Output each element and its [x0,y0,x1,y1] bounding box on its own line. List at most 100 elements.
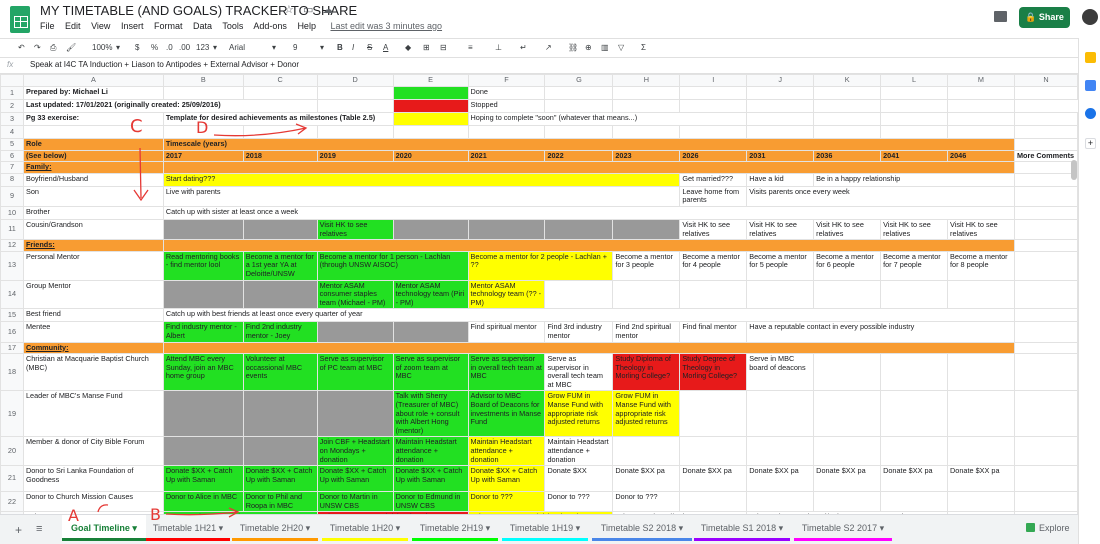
font-select[interactable]: Arial [229,43,245,52]
cell[interactable]: Prepared by: Michael Li [22,86,164,100]
cell[interactable] [544,86,614,100]
cell[interactable]: Donor to Martin in UNSW CBS [316,491,394,513]
cell[interactable] [162,390,244,438]
cell[interactable] [392,86,469,100]
row-number[interactable]: 2 [0,99,24,113]
decrease-decimal-button[interactable]: .0 [166,43,173,52]
cell[interactable] [947,390,1015,438]
cell[interactable] [467,125,546,139]
cell[interactable] [392,112,469,126]
formula-input[interactable]: Speak at I4C TA Induction + Liason to An… [30,60,299,69]
cell[interactable]: Donor to ??? [467,491,546,513]
menu-format[interactable]: Format [154,21,183,31]
row-number[interactable]: 7 [0,161,24,174]
cell[interactable]: Group Mentor [22,279,164,310]
cell[interactable]: Have a kid [746,172,815,187]
cell[interactable] [316,86,394,100]
cell[interactable]: Find spiritual mentor [467,321,546,343]
cell[interactable] [679,99,748,113]
cell[interactable] [880,125,949,139]
functions-icon[interactable]: Σ [641,43,646,52]
cell[interactable] [746,279,815,310]
cell[interactable]: Find final mentor [679,321,748,343]
cell[interactable]: Christian at Macquarie Baptist Church (M… [22,353,164,392]
cell[interactable] [1013,341,1078,355]
cell[interactable] [1013,279,1078,310]
cell[interactable]: Start dating??? [162,172,681,187]
cell[interactable] [947,279,1015,310]
cell[interactable]: Become a mentor for a 1st year YA at Del… [242,250,318,281]
comment-history-icon[interactable] [994,11,1007,22]
cell[interactable] [612,436,681,467]
cell[interactable] [813,112,882,126]
cell[interactable]: Donor to Phil and Roopa in MBC [242,491,318,513]
row-number[interactable]: 14 [0,279,24,310]
column-header[interactable]: M [947,74,1015,87]
cell[interactable]: 2022 [544,149,614,163]
cell[interactable]: Study Degree of Theology in Morling Coll… [679,353,748,392]
cell[interactable]: Talk with Sherry (Treasurer of MBC) abou… [392,390,469,438]
cell[interactable]: Become a mentor for 1 person - Lachlan (… [316,250,469,281]
cell[interactable] [1013,172,1078,187]
cell[interactable] [947,353,1015,392]
cell[interactable]: Donate $XX pa [880,465,949,493]
cell[interactable] [242,125,318,139]
cell[interactable] [947,491,1015,513]
cell[interactable]: 2021 [467,149,546,163]
cell[interactable]: Donate $XX pa [612,465,681,493]
cell[interactable]: Maintain Headstart attendance + donation [392,436,469,467]
text-rotation-icon[interactable]: ↗ [545,43,552,52]
merge-cells-icon[interactable]: ⊟ [440,43,447,52]
cell[interactable] [679,436,748,467]
cell[interactable] [746,86,815,100]
cell[interactable] [679,491,748,513]
menu-addons[interactable]: Add-ons [253,21,287,31]
cell[interactable] [746,125,815,139]
cell[interactable] [679,390,748,438]
cell[interactable]: Become a mentor for 5 people [746,250,815,281]
cell[interactable] [467,218,546,241]
cell[interactable]: Mentee [22,321,164,343]
tab-timetable-2h19[interactable]: Timetable 2H19 ▾ [412,515,498,541]
cell[interactable] [746,436,815,467]
cell[interactable] [746,112,815,126]
cell[interactable] [242,218,318,241]
cell[interactable]: Volunteer at occassional MBC events [242,353,318,392]
cell[interactable] [1013,161,1078,174]
cell[interactable]: Donate $XX pa [679,465,748,493]
row-number[interactable]: 19 [0,390,24,438]
cell[interactable]: Cousin/Grandson [22,218,164,241]
cell[interactable]: Serve as supervisor in overall tech team… [544,353,614,392]
cell[interactable] [813,125,882,139]
cell[interactable]: Find 3rd industry mentor [544,321,614,343]
cell[interactable] [1013,205,1078,220]
cell[interactable] [1013,239,1078,252]
column-header[interactable]: D [316,74,394,87]
share-button[interactable]: 🔒 Share [1019,7,1070,28]
cell[interactable]: Visit HK to see relatives [880,218,949,241]
cell[interactable] [544,279,614,310]
redo-icon[interactable]: ↷ [34,43,41,52]
cell[interactable] [316,99,394,113]
currency-format-button[interactable]: $ [135,43,139,52]
cell[interactable]: Role [22,138,164,151]
filter-icon[interactable]: ▽ [618,43,624,52]
row-number[interactable]: 12 [0,239,24,252]
undo-icon[interactable]: ↶ [18,43,25,52]
cell[interactable]: Visit HK to see relatives [813,218,882,241]
row-number[interactable]: 3 [0,112,24,126]
tab-timetable-s1-2018[interactable]: Timetable S1 2018 ▾ [694,515,790,541]
column-header[interactable]: B [162,74,244,87]
cell[interactable] [880,353,949,392]
insert-link-icon[interactable]: ⛓ [568,43,578,52]
keep-icon[interactable] [1085,52,1096,63]
column-header[interactable]: H [612,74,681,87]
bold-button[interactable]: B [337,43,343,52]
cell[interactable] [162,279,244,310]
cell[interactable] [544,125,614,139]
print-icon[interactable]: ⎙ [50,43,56,53]
column-header[interactable]: G [544,74,614,87]
cell[interactable] [242,279,318,310]
cell[interactable] [947,86,1015,100]
tab-timetable-s2-2017[interactable]: Timetable S2 2017 ▾ [794,515,892,541]
